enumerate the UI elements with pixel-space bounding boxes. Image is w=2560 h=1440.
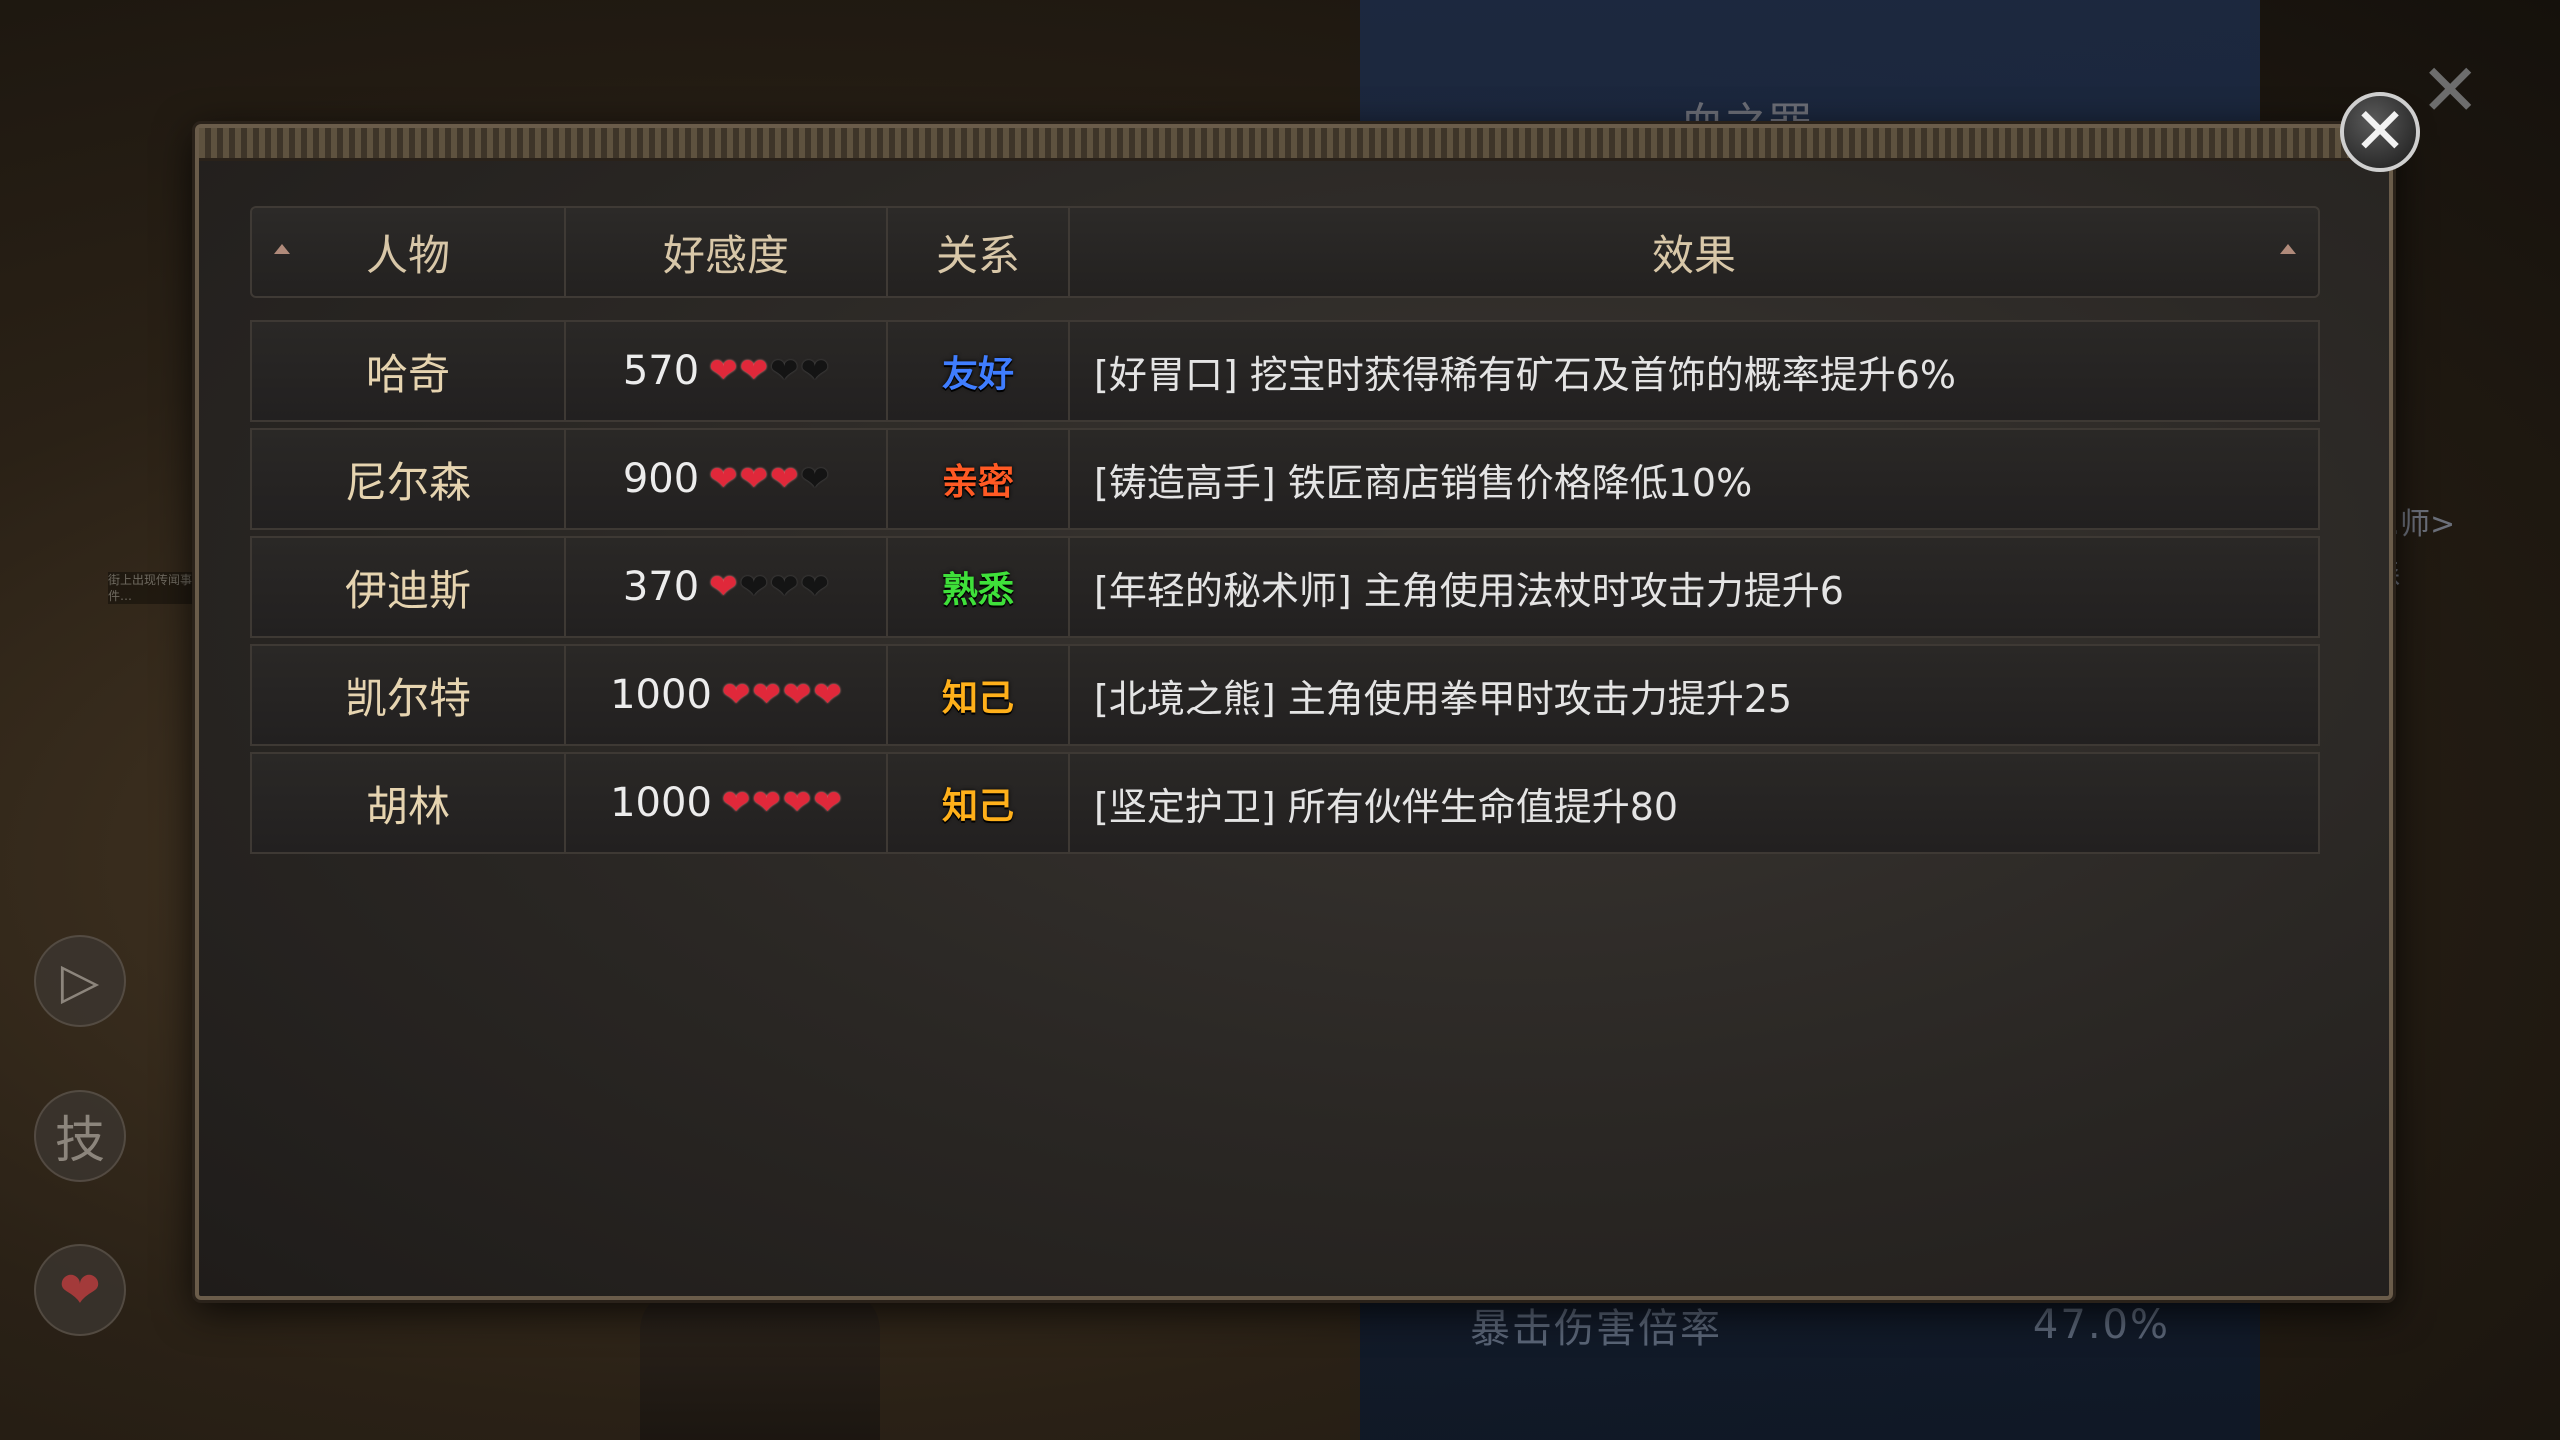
character-name: 凯尔特 xyxy=(252,646,566,744)
heart-filled-icon: ❤ xyxy=(813,783,842,823)
skill-icon: 技 xyxy=(55,1111,105,1169)
heart-filled-icon: ❤ xyxy=(770,459,799,499)
favor-cell: 570 ❤ ❤ ❤ ❤ xyxy=(566,322,888,420)
relation-badge: 友好 xyxy=(941,354,1014,395)
dialog-ornament-bar xyxy=(199,128,2389,161)
effect-text: [铸造高手] 铁匠商店销售价格降低10% xyxy=(1094,460,1753,505)
heart-empty-icon: ❤ xyxy=(800,351,830,391)
favor-hearts: ❤ ❤ ❤ ❤ xyxy=(722,786,842,820)
heart-button[interactable]: ❤ xyxy=(34,1244,126,1336)
heart-filled-icon: ❤ xyxy=(709,567,738,607)
table-header: 人物 好感度 关系 效果 xyxy=(250,206,2320,298)
relation-cell: 知己 xyxy=(888,646,1070,744)
close-button[interactable]: ✕ xyxy=(2340,92,2420,172)
heart-empty-icon: ❤ xyxy=(739,567,769,607)
column-header-effect: 效果 xyxy=(1651,230,1736,280)
column-header-favor: 好感度 xyxy=(566,208,888,296)
favor-hearts: ❤ ❤ ❤ ❤ xyxy=(709,354,829,388)
crit-damage-value: 47.0% xyxy=(2032,1302,2170,1348)
table-row[interactable]: 尼尔森 900 ❤ ❤ ❤ ❤ 亲密 [铸造高手] 铁匠商店销售价格降低10% xyxy=(250,428,2320,530)
column-header-name: 人物 xyxy=(252,208,566,296)
relation-cell: 亲密 xyxy=(888,430,1070,528)
character-name: 胡林 xyxy=(252,754,566,852)
background-event-hint: 街上出现传闻事件… xyxy=(108,572,198,604)
heart-filled-icon: ❤ xyxy=(752,783,781,823)
effect-text: [北境之熊] 主角使用拳甲时攻击力提升25 xyxy=(1094,676,1793,721)
heart-empty-icon: ❤ xyxy=(800,459,830,499)
relation-badge: 亲密 xyxy=(941,462,1014,503)
relation-cell: 知己 xyxy=(888,754,1070,852)
crit-damage-stat: 暴击伤害倍率 47.0% xyxy=(1470,1295,2170,1355)
character-figure xyxy=(640,1290,880,1440)
favor-value: 900 xyxy=(622,456,700,502)
favor-value: 370 xyxy=(622,564,700,610)
table-body: 哈奇 570 ❤ ❤ ❤ ❤ 友好 [好胃口] 挖宝时获得稀有矿石及首饰的概率提升6% 尼尔森 9… xyxy=(250,320,2320,854)
heart-empty-icon: ❤ xyxy=(770,567,799,607)
table-row[interactable]: 伊迪斯 370 ❤ ❤ ❤ ❤ 熟悉 [年轻的秘术师] 主角使用法杖时攻击力提升6 xyxy=(250,536,2320,638)
heart-empty-icon: ❤ xyxy=(770,351,799,391)
heart-filled-icon: ❤ xyxy=(721,675,751,715)
table-row[interactable]: 哈奇 570 ❤ ❤ ❤ ❤ 友好 [好胃口] 挖宝时获得稀有矿石及首饰的概率提升6% xyxy=(250,320,2320,422)
heart-filled-icon: ❤ xyxy=(739,351,769,391)
favor-cell: 1000 ❤ ❤ ❤ ❤ xyxy=(566,646,888,744)
effect-text: [好胃口] 挖宝时获得稀有矿石及首饰的概率提升6% xyxy=(1094,352,1957,397)
character-name: 哈奇 xyxy=(252,322,566,420)
play-icon: ▷ xyxy=(60,952,100,1010)
heart-icon: ❤ xyxy=(59,1261,101,1319)
effect-text: [坚定护卫] 所有伙伴生命值提升80 xyxy=(1094,784,1679,829)
favor-cell: 370 ❤ ❤ ❤ ❤ xyxy=(566,538,888,636)
skill-button[interactable]: 技 xyxy=(34,1090,126,1182)
relation-badge: 知己 xyxy=(941,678,1014,719)
relation-badge: 知己 xyxy=(941,786,1014,827)
favor-value: 570 xyxy=(622,348,700,394)
sort-arrow-icon[interactable] xyxy=(2280,244,2296,254)
column-header-relation: 关系 xyxy=(888,208,1070,296)
favor-cell: 900 ❤ ❤ ❤ ❤ xyxy=(566,430,888,528)
heart-filled-icon: ❤ xyxy=(739,459,769,499)
heart-filled-icon: ❤ xyxy=(709,351,738,391)
favor-value: 1000 xyxy=(610,672,712,718)
heart-filled-icon: ❤ xyxy=(813,675,842,715)
character-name: 伊迪斯 xyxy=(252,538,566,636)
favor-cell: 1000 ❤ ❤ ❤ ❤ xyxy=(566,754,888,852)
affinity-table: 人物 好感度 关系 效果 哈奇 570 ❤ ❤ ❤ ❤ 友好 [好胃口] 挖宝时获得稀有矿石及… xyxy=(250,206,2320,860)
heart-filled-icon: ❤ xyxy=(752,675,781,715)
background-close-icon: ✕ xyxy=(2420,48,2481,132)
sort-arrow-icon[interactable] xyxy=(274,244,290,254)
table-row[interactable]: 凯尔特 1000 ❤ ❤ ❤ ❤ 知己 [北境之熊] 主角使用拳甲时攻击力提升25 xyxy=(250,644,2320,746)
character-name: 尼尔森 xyxy=(252,430,566,528)
table-row[interactable]: 胡林 1000 ❤ ❤ ❤ ❤ 知己 [坚定护卫] 所有伙伴生命值提升80 xyxy=(250,752,2320,854)
crit-damage-label: 暴击伤害倍率 xyxy=(1470,1306,1722,1352)
heart-filled-icon: ❤ xyxy=(782,783,812,823)
heart-filled-icon: ❤ xyxy=(782,675,812,715)
play-button[interactable]: ▷ xyxy=(34,935,126,1027)
favor-value: 1000 xyxy=(610,780,712,826)
heart-filled-icon: ❤ xyxy=(709,459,738,499)
favor-hearts: ❤ ❤ ❤ ❤ xyxy=(722,678,842,712)
favor-hearts: ❤ ❤ ❤ ❤ xyxy=(709,462,829,496)
relation-cell: 友好 xyxy=(888,322,1070,420)
relation-badge: 熟悉 xyxy=(941,570,1014,611)
relation-cell: 熟悉 xyxy=(888,538,1070,636)
heart-filled-icon: ❤ xyxy=(721,783,751,823)
heart-empty-icon: ❤ xyxy=(800,567,830,607)
effect-text: [年轻的秘术师] 主角使用法杖时攻击力提升6 xyxy=(1094,568,1844,613)
close-icon: ✕ xyxy=(2353,95,2407,169)
favor-hearts: ❤ ❤ ❤ ❤ xyxy=(709,570,829,604)
